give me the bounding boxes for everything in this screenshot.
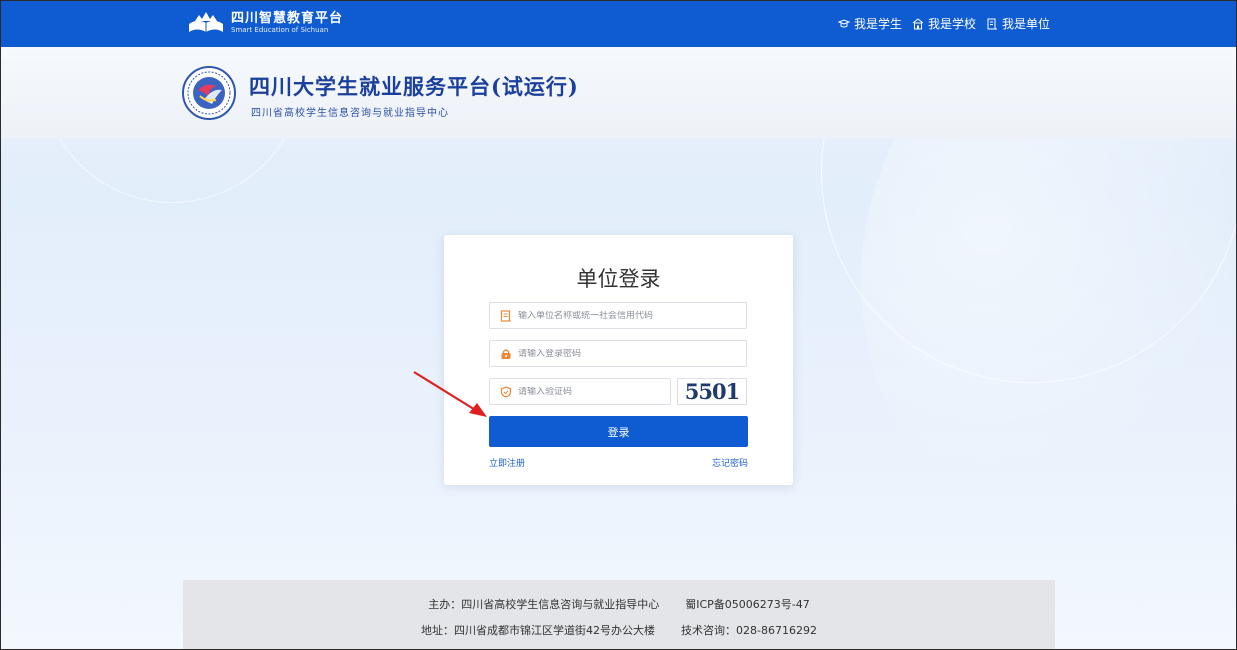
captcha-input[interactable] [518,386,670,397]
forgot-password-link[interactable]: 忘记密码 [712,456,748,469]
student-link[interactable]: 我是学生 [837,15,902,32]
document-icon [500,309,511,322]
login-button[interactable]: 登录 [489,416,748,447]
company-link-label: 我是单位 [1001,17,1050,31]
footer-icp[interactable]: 蜀ICP备05006273号-47 [685,598,810,611]
building-icon [987,18,997,29]
lock-icon [501,348,511,359]
footer-line-1: 主办：四川省高校学生信息咨询与就业指导中心 蜀ICP备05006273号-47 [183,596,1055,612]
school-link-label: 我是学校 [927,17,976,31]
site-banner: 四川大学生就业服务平台(试运行) 四川省高校学生信息咨询与就业指导中心 [1,47,1236,139]
school-icon [912,17,924,29]
shield-icon [500,385,512,398]
site-title: 四川大学生就业服务平台(试运行) [249,74,579,99]
username-input[interactable] [518,310,728,321]
login-title: 单位登录 [576,267,661,291]
school-link[interactable]: 我是学校 [912,15,976,32]
password-input[interactable] [518,348,728,359]
footer-host: 主办：四川省高校学生信息咨询与就业指导中心 [428,598,660,611]
captcha-field[interactable] [489,378,671,405]
platform-name-en: Smart Education of Sichuan [231,26,329,34]
login-card: 单位登录 5501 登录 [444,235,793,485]
platform-name: 四川智慧教育平台 [231,11,344,26]
graduation-cap-icon [837,18,850,27]
page-footer: 主办：四川省高校学生信息咨询与就业指导中心 蜀ICP备05006273号-47 地… [183,580,1055,649]
open-book-icon [187,10,225,36]
emblem-logo-icon [182,66,236,120]
student-link-label: 我是学生 [853,17,902,31]
captcha-image[interactable]: 5501 [677,378,747,405]
footer-address: 地址：四川省成都市锦江区学道街42号办公大楼 [421,624,656,637]
footer-tech-contact: 技术咨询：028-86716292 [681,624,817,637]
page-frame: 四川智慧教育平台 Smart Education of Sichuan 我是学生… [0,0,1237,650]
company-link[interactable]: 我是单位 [986,15,1050,32]
role-links: 我是学生 我是学校 我是单位 [837,15,1050,32]
footer-line-2: 地址：四川省成都市锦江区学道街42号办公大楼 技术咨询：028-86716292 [183,622,1055,638]
annotation-arrow-icon [413,371,487,417]
platform-logo[interactable]: 四川智慧教育平台 Smart Education of Sichuan [187,10,343,36]
site-subtitle: 四川省高校学生信息咨询与就业指导中心 [251,108,449,119]
password-field[interactable] [489,340,747,367]
register-link[interactable]: 立即注册 [489,456,525,469]
top-navbar: 四川智慧教育平台 Smart Education of Sichuan 我是学生… [1,1,1236,47]
username-field[interactable] [489,302,747,329]
